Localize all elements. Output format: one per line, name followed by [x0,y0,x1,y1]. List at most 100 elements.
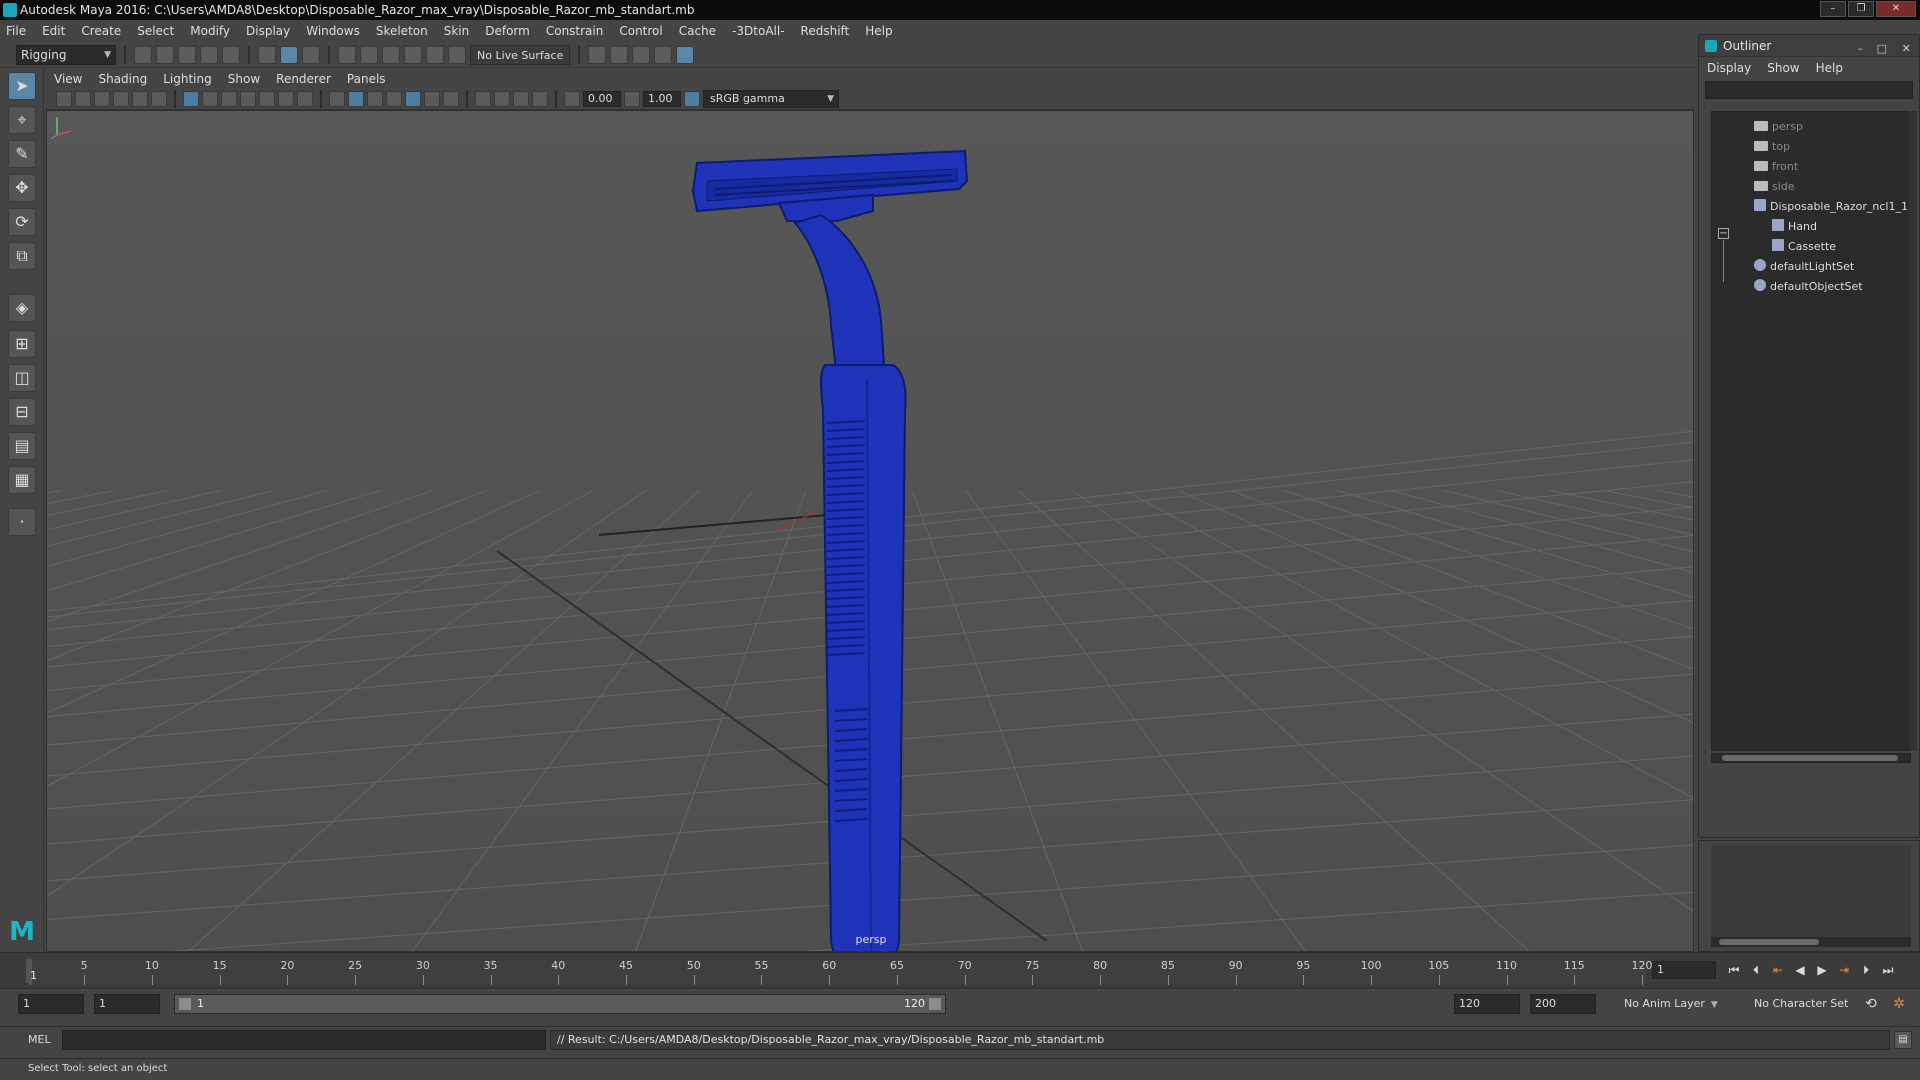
film-gate-icon[interactable] [202,90,218,107]
layout-outliner-persp[interactable]: ▤ [8,432,36,460]
secondary-horizontal-scrollbar[interactable] [1711,937,1911,947]
bookmark-icon[interactable] [94,90,110,107]
lasso-tool[interactable]: ⌖ [8,106,36,134]
outliner-vertical-scrollbar[interactable] [1909,111,1917,751]
snap-curve-icon[interactable] [360,45,378,64]
playback-end-field[interactable]: 120 [1454,994,1520,1014]
scrollbar-thumb[interactable] [1719,939,1819,945]
menu-modify[interactable]: Modify [190,24,230,38]
animation-preferences-icon[interactable]: ✲ [1890,995,1908,1013]
paint-select-tool[interactable]: ✎ [8,140,36,168]
layout-more[interactable]: · [8,508,36,536]
hypershade-icon[interactable] [676,45,695,64]
select-hierarchy-icon[interactable] [258,45,276,64]
outliner-item-hand[interactable]: Hand [1772,218,1817,236]
menu-set-dropdown[interactable]: Rigging [16,44,116,65]
outliner-close-button[interactable]: ✕ [1902,38,1911,60]
xray-joints-icon[interactable] [424,90,440,107]
step-back-key-icon[interactable]: ⇤ [1770,961,1786,979]
perspective-viewport[interactable]: persp [46,110,1694,952]
script-language-label[interactable]: MEL [28,1033,51,1046]
outliner-minimize-button[interactable]: – [1858,38,1864,60]
outliner-filter-input[interactable] [1705,81,1913,99]
live-surface-field[interactable]: No Live Surface [470,44,571,65]
layout-persp-graph[interactable]: ⊟ [8,398,36,426]
safe-action-icon[interactable] [278,90,294,107]
go-to-start-icon[interactable]: ⏮ [1726,961,1742,979]
snap-point-icon[interactable] [382,45,400,64]
outliner-menu-display[interactable]: Display [1707,61,1751,75]
safe-title-icon[interactable] [297,90,313,107]
menu-skeleton[interactable]: Skeleton [376,24,428,38]
ambient-occlusion-icon[interactable] [475,90,491,107]
grease-pencil-icon[interactable] [151,90,167,107]
disposable-razor-model[interactable] [691,149,969,952]
anti-aliasing-icon[interactable] [513,90,529,107]
outliner-item-razor-group[interactable]: Disposable_Razor_ncl1_1 [1754,198,1908,216]
xray-icon[interactable] [405,90,421,107]
menu-deform[interactable]: Deform [485,24,530,38]
outliner-item-default-light-set[interactable]: defaultLightSet [1754,258,1854,276]
play-forwards-icon[interactable]: ▶ [1814,961,1830,979]
snap-center-icon[interactable] [448,45,466,64]
step-forward-key-icon[interactable]: ⇥ [1836,961,1852,979]
range-start-handle[interactable] [179,998,191,1010]
panel-menu-show[interactable]: Show [228,72,260,86]
undo-icon[interactable] [200,45,218,64]
scale-tool[interactable]: ⧉ [8,242,36,270]
menu-display[interactable]: Display [246,24,290,38]
select-components-icon[interactable] [302,45,320,64]
menu-help[interactable]: Help [865,24,892,38]
exposure-field[interactable]: 0.00 [583,90,621,107]
step-forward-frame-icon[interactable]: ⏵ [1858,961,1874,979]
render-frame-icon[interactable] [610,45,629,64]
snap-surface-icon[interactable] [426,45,444,64]
time-ruler[interactable]: 5 10 15 20 25 30 35 40 45 50 55 60 65 70 75 80 85 90 95 100… [26,957,1653,985]
wireframe-icon[interactable] [329,90,345,107]
anim-layer-dropdown[interactable]: No Anim Layer ▼ [1620,994,1732,1014]
minimize-button[interactable]: – [1820,1,1846,17]
gamma-icon[interactable] [624,90,640,107]
color-management-icon[interactable] [684,90,700,107]
outliner-menu-help[interactable]: Help [1816,61,1843,75]
field-chart-icon[interactable] [259,90,275,107]
menu-windows[interactable]: Windows [306,24,360,38]
outliner-horizontal-scrollbar[interactable] [1711,753,1911,763]
shadows-icon[interactable] [386,90,402,107]
view-transform-dropdown[interactable]: sRGB gamma [703,89,839,108]
command-input[interactable] [62,1030,546,1050]
outliner-maximize-button[interactable]: □ [1877,38,1887,60]
menu-edit[interactable]: Edit [42,24,65,38]
snap-grid-icon[interactable] [338,45,356,64]
go-to-end-icon[interactable]: ⏭ [1880,961,1896,979]
panel-menu-lighting[interactable]: Lighting [163,72,212,86]
rotate-tool[interactable]: ⟳ [8,208,36,236]
close-button[interactable]: ✕ [1876,1,1916,17]
gamma-field[interactable]: 1.00 [643,90,681,107]
motion-blur-icon[interactable] [494,90,510,107]
panel-menu-shading[interactable]: Shading [98,72,147,86]
move-tool[interactable]: ✥ [8,174,36,202]
render-view-icon[interactable] [654,45,673,64]
camera-select-icon[interactable] [56,90,72,107]
step-back-frame-icon[interactable]: ⏴ [1748,961,1764,979]
panel-menu-renderer[interactable]: Renderer [276,72,331,86]
current-frame-field[interactable]: 1 [1652,961,1716,979]
time-slider[interactable]: 5 10 15 20 25 30 35 40 45 50 55 60 65 70 75 80 85 90 95 100… [0,952,1920,988]
gate-mask-icon[interactable] [240,90,256,107]
layout-side-by-side[interactable]: ◫ [8,364,36,392]
select-tool[interactable]: ➤ [8,72,36,100]
outliner-item-front[interactable]: front [1754,158,1798,176]
smooth-shade-icon[interactable] [348,90,364,107]
layout-four-panes[interactable]: ⊞ [8,330,36,358]
animation-start-field[interactable]: 1 [18,994,84,1014]
default-lighting-icon[interactable] [367,90,383,107]
range-end-handle[interactable] [929,998,941,1010]
render-settings-icon[interactable] [588,45,607,64]
snap-view-plane-icon[interactable] [404,45,422,64]
range-slider[interactable]: 1 120 [174,994,946,1014]
menu-cache[interactable]: Cache [679,24,716,38]
maximize-button[interactable]: ❐ [1848,1,1874,17]
outliner-item-default-object-set[interactable]: defaultObjectSet [1754,278,1863,296]
menu-skin[interactable]: Skin [444,24,470,38]
